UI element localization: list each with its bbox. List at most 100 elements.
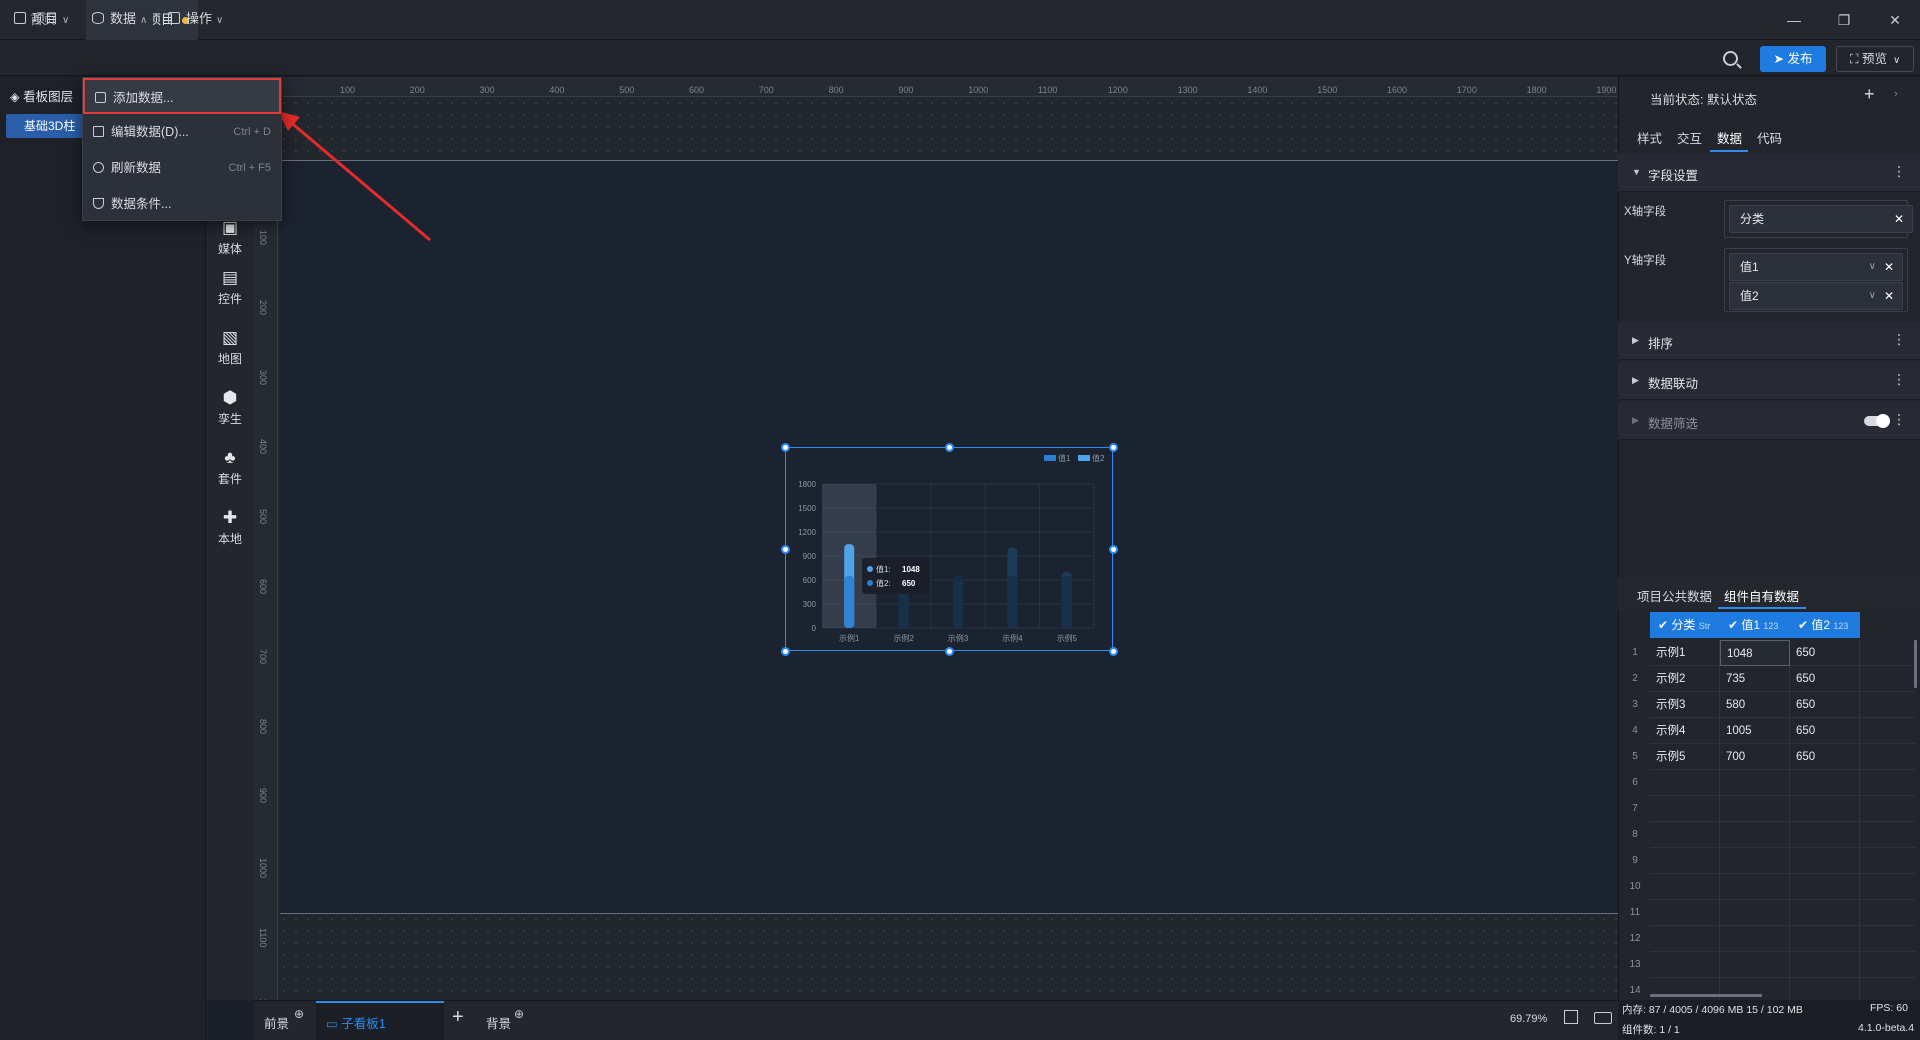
table-cell[interactable] [1650, 796, 1720, 822]
resize-handle[interactable] [1109, 545, 1118, 554]
add-foreground-icon[interactable]: ⊕ [294, 1007, 304, 1021]
chart-widget[interactable]: 1800 1500 1200 900 600 300 0 示例1 示例2 示例3 示例4 示例5 值1 值… [785, 447, 1113, 651]
sidebar-item-twin[interactable]: ⬢ 孪生 [206, 388, 254, 427]
table-cell[interactable] [1650, 848, 1720, 874]
chevron-down-icon[interactable]: ∨ [1869, 254, 1876, 280]
remove-icon[interactable]: ✕ [1894, 206, 1904, 232]
add-board-icon[interactable]: + [452, 1006, 464, 1029]
publish-button[interactable]: ➤ 发布 [1760, 46, 1826, 72]
tab-data[interactable]: 数据 [1717, 128, 1742, 147]
table-cell[interactable]: 580 [1720, 692, 1790, 718]
resize-handle[interactable] [781, 443, 790, 452]
table-cell[interactable] [1650, 822, 1720, 848]
table-cell[interactable] [1790, 952, 1860, 978]
resize-handle[interactable] [781, 545, 790, 554]
tab-public-data[interactable]: 项目公共数据 [1637, 586, 1712, 605]
table-cell[interactable]: 650 [1790, 692, 1860, 718]
table-cell[interactable] [1790, 874, 1860, 900]
resize-handle[interactable] [1109, 443, 1118, 452]
table-cell[interactable]: 示例3 [1650, 692, 1720, 718]
column-header-value2[interactable]: ✔ 值2 123 [1790, 612, 1860, 638]
column-header-value1[interactable]: ✔ 值1 123 [1720, 612, 1790, 638]
tab-style[interactable]: 样式 [1637, 128, 1662, 147]
search-icon[interactable] [1723, 51, 1738, 66]
zoom-level[interactable]: 69.79% [1510, 1013, 1547, 1025]
table-cell[interactable] [1720, 900, 1790, 926]
resize-handle[interactable] [1109, 647, 1118, 656]
more-icon[interactable]: ⋮ [1892, 163, 1906, 180]
table-cell[interactable] [1790, 796, 1860, 822]
x-field-chip[interactable]: 分类 ✕ [1729, 205, 1913, 233]
table-cell[interactable]: 650 [1790, 718, 1860, 744]
table-cell[interactable] [1720, 770, 1790, 796]
add-background-icon[interactable]: ⊕ [514, 1007, 524, 1021]
layer-item[interactable]: 基础3D柱 [6, 114, 86, 138]
table-cell[interactable]: 650 [1790, 640, 1860, 666]
menu-data[interactable]: 数据 ∧ [86, 8, 154, 30]
table-cell[interactable]: 1048 [1720, 640, 1790, 666]
column-header-category[interactable]: ✔ 分类 Str [1650, 612, 1720, 638]
sidebar-item-map[interactable]: ▧ 地图 [206, 328, 254, 367]
table-cell[interactable] [1650, 952, 1720, 978]
menu-item-refresh-data[interactable]: 刷新数据 Ctrl + F5 [83, 150, 281, 186]
table-cell[interactable] [1720, 874, 1790, 900]
sidebar-item-local[interactable]: ✚ 本地 [206, 508, 254, 547]
table-cell[interactable] [1650, 874, 1720, 900]
table-cell[interactable]: 示例5 [1650, 744, 1720, 770]
fit-screen-icon[interactable] [1564, 1010, 1578, 1024]
table-cell[interactable] [1650, 926, 1720, 952]
section-sort[interactable]: ▶ 排序 ⋮ [1618, 322, 1920, 360]
table-cell[interactable] [1790, 822, 1860, 848]
sidebar-item-controls[interactable]: ▤ 控件 [206, 268, 254, 307]
restore-icon[interactable]: ❐ [1833, 10, 1855, 30]
menu-operate[interactable]: 操作 ∨ [168, 8, 223, 30]
y-field-chip[interactable]: 值2 ∨ ✕ [1729, 282, 1903, 310]
tab-code[interactable]: 代码 [1757, 128, 1782, 147]
sidebar-item-kit[interactable]: ♣ 套件 [206, 448, 254, 487]
table-cell[interactable]: 700 [1720, 744, 1790, 770]
tab-own-data[interactable]: 组件自有数据 [1724, 586, 1799, 605]
minimize-icon[interactable]: — [1783, 10, 1805, 30]
table-cell[interactable] [1790, 900, 1860, 926]
table-cell[interactable]: 1005 [1720, 718, 1790, 744]
resize-handle[interactable] [781, 647, 790, 656]
menu-item-data-condition[interactable]: 数据条件... [83, 186, 281, 222]
table-cell[interactable] [1720, 926, 1790, 952]
table-cell[interactable]: 示例4 [1650, 718, 1720, 744]
grid-scrollbar[interactable] [1914, 640, 1917, 688]
foreground-tab[interactable]: 前景 [264, 1013, 289, 1032]
table-cell[interactable]: 650 [1790, 744, 1860, 770]
more-icon[interactable]: ⋮ [1892, 411, 1906, 428]
table-cell[interactable] [1720, 796, 1790, 822]
table-cell[interactable]: 示例2 [1650, 666, 1720, 692]
remove-icon[interactable]: ✕ [1884, 283, 1894, 309]
keyboard-icon[interactable] [1594, 1012, 1612, 1024]
chevron-down-icon[interactable]: ∨ [1869, 283, 1876, 309]
more-icon[interactable]: ⋮ [1892, 331, 1906, 348]
preview-button[interactable]: ⛶ 预览 ∨ [1836, 46, 1914, 72]
close-icon[interactable]: ✕ [1884, 10, 1906, 30]
tab-interaction[interactable]: 交互 [1677, 128, 1702, 147]
table-cell[interactable]: 735 [1720, 666, 1790, 692]
sidebar-item-media[interactable]: ▣ 媒体 [206, 218, 254, 257]
add-state-icon[interactable]: + [1864, 84, 1875, 105]
menu-item-edit-data[interactable]: 编辑数据(D)... Ctrl + D [83, 114, 281, 150]
remove-icon[interactable]: ✕ [1884, 254, 1894, 280]
chevron-right-icon[interactable]: › [1894, 88, 1898, 100]
table-cell[interactable] [1790, 926, 1860, 952]
section-linkage[interactable]: ▶ 数据联动 ⋮ [1618, 362, 1920, 400]
table-cell[interactable] [1720, 952, 1790, 978]
table-cell[interactable] [1650, 770, 1720, 796]
section-field-settings[interactable]: ▼ 字段设置 ⋮ [1618, 154, 1920, 192]
grid-h-scrollbar[interactable] [1650, 994, 1762, 997]
more-icon[interactable]: ⋮ [1892, 371, 1906, 388]
resize-handle[interactable] [945, 443, 954, 452]
table-cell[interactable] [1650, 900, 1720, 926]
resize-handle[interactable] [945, 647, 954, 656]
table-cell[interactable]: 示例1 [1650, 640, 1720, 666]
background-tab[interactable]: 背景 [486, 1013, 511, 1032]
table-cell[interactable] [1790, 770, 1860, 796]
table-cell[interactable] [1720, 848, 1790, 874]
y-field-chip[interactable]: 值1 ∨ ✕ [1729, 253, 1903, 281]
table-cell[interactable] [1720, 822, 1790, 848]
